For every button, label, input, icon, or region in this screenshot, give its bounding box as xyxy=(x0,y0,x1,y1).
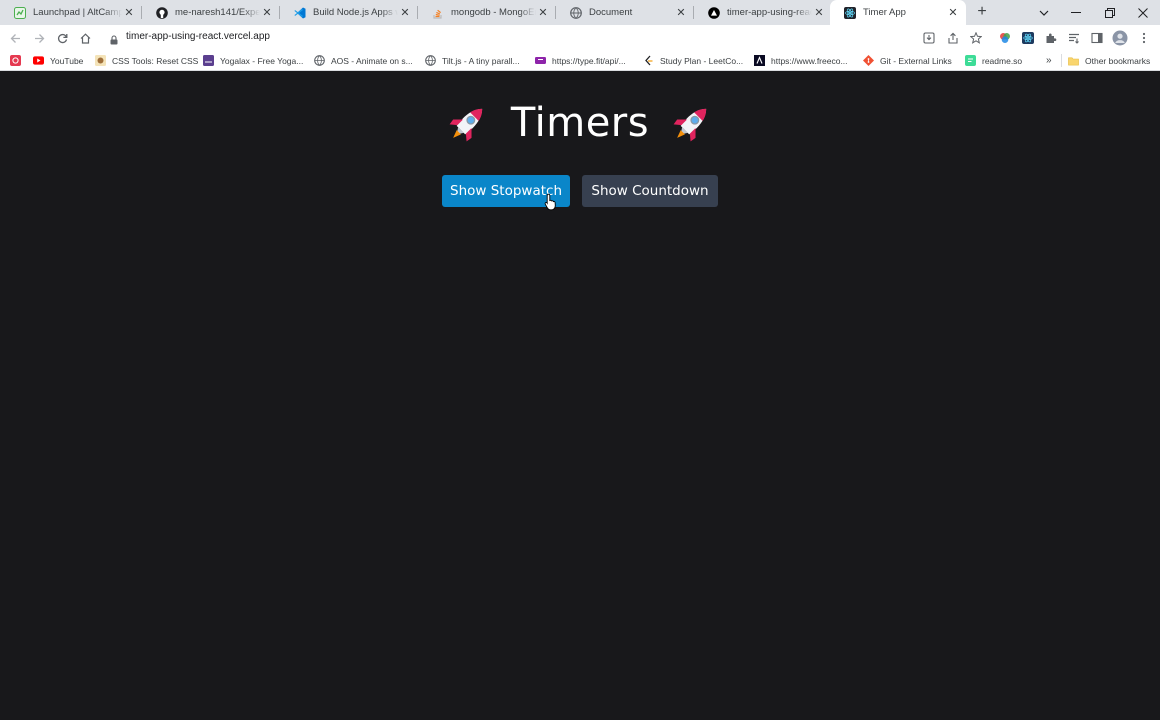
show-countdown-button[interactable]: Show Countdown xyxy=(582,175,718,207)
color-picker-extension-icon[interactable] xyxy=(997,30,1013,46)
youtube-icon xyxy=(33,55,44,66)
freecodecamp-icon xyxy=(754,55,765,66)
react-devtools-icon[interactable] xyxy=(1020,30,1036,46)
bookmark-label: Study Plan - LeetCo... xyxy=(660,55,744,66)
tab-title: me-naresh141/Expence xyxy=(175,7,260,18)
tab-title: Build Node.js Apps with xyxy=(313,7,398,18)
vercel-icon xyxy=(708,6,720,19)
bookmarks-overflow[interactable]: » xyxy=(1046,53,1052,68)
reload-icon[interactable] xyxy=(53,29,71,47)
css-tools-icon xyxy=(95,55,106,66)
bookmark-git[interactable]: Git - External Links xyxy=(863,53,952,68)
bookmark-label: CSS Tools: Reset CSS xyxy=(112,55,199,66)
app-icon xyxy=(10,55,21,66)
address-bar[interactable]: timer-app-using-react.vercel.app xyxy=(102,27,992,48)
bookmark-label: Other bookmarks xyxy=(1085,55,1151,66)
extensions-puzzle-icon[interactable] xyxy=(1043,30,1059,46)
tab-title: timer-app-using-react xyxy=(727,7,812,18)
bookmark-app[interactable] xyxy=(10,53,27,68)
readme-icon xyxy=(965,55,976,66)
bookmark-label: https://type.fit/api/... xyxy=(552,55,626,66)
git-icon xyxy=(863,55,874,66)
bookmark-label: YouTube xyxy=(50,55,84,66)
more-menu-icon[interactable] xyxy=(1136,30,1152,46)
react-icon xyxy=(844,6,856,19)
url-text: timer-app-using-react.vercel.app xyxy=(126,31,270,42)
page-title: Timers xyxy=(510,100,650,146)
bookmark-label: https://www.freeco... xyxy=(771,55,848,66)
bookmark-youtube[interactable]: YouTube xyxy=(33,53,83,68)
tab-mongodb[interactable]: mongodb - MongoError ✕ xyxy=(418,0,556,25)
close-icon[interactable]: ✕ xyxy=(260,6,274,20)
bookmark-star-icon[interactable] xyxy=(968,30,984,46)
github-icon xyxy=(156,6,168,19)
install-app-icon[interactable] xyxy=(921,30,937,46)
forward-arrow-icon[interactable] xyxy=(30,29,48,47)
tab-github[interactable]: me-naresh141/Expence ✕ xyxy=(142,0,280,25)
yogalax-icon xyxy=(203,55,214,66)
tab-vercel[interactable]: timer-app-using-react ✕ xyxy=(694,0,832,25)
tab-title: mongodb - MongoError xyxy=(451,7,536,18)
new-tab-plus-icon[interactable]: + xyxy=(974,4,990,20)
vscode-icon xyxy=(294,7,306,19)
reading-list-icon[interactable] xyxy=(1066,30,1082,46)
tab-title: Timer App xyxy=(863,7,906,18)
tab-title: Launchpad | AltCampus xyxy=(33,7,122,18)
close-icon[interactable]: ✕ xyxy=(946,6,960,20)
bookmarks-bar: YouTube CSS Tools: Reset CSS Yogalax - F… xyxy=(0,50,1160,71)
leetcode-icon xyxy=(643,55,654,66)
minimize-icon[interactable] xyxy=(1060,0,1092,25)
bookmark-css-tools[interactable]: CSS Tools: Reset CSS xyxy=(95,53,198,68)
bookmark-freecodecamp[interactable]: https://www.freeco... xyxy=(754,53,848,68)
tab-nodejs[interactable]: Build Node.js Apps with ✕ xyxy=(280,0,418,25)
page-heading: Timers xyxy=(0,100,1160,146)
globe-icon xyxy=(425,55,436,66)
close-icon[interactable]: ✕ xyxy=(674,6,688,20)
page-content: Timers Show Stopwatch Show Countdown xyxy=(0,72,1160,720)
browser-tab-strip: Launchpad | AltCampus ✕ me-naresh141/Exp… xyxy=(0,0,1160,25)
close-icon[interactable]: ✕ xyxy=(398,6,412,20)
tab-title: Document xyxy=(589,7,633,18)
rocket-icon xyxy=(673,108,707,142)
close-icon[interactable]: ✕ xyxy=(122,6,136,20)
side-panel-icon[interactable] xyxy=(1089,30,1105,46)
browser-toolbar: timer-app-using-react.vercel.app xyxy=(0,25,1160,50)
rocket-icon xyxy=(449,108,483,142)
globe-icon xyxy=(314,55,325,66)
profile-avatar-icon[interactable] xyxy=(1112,30,1128,46)
share-icon[interactable] xyxy=(945,30,961,46)
tab-document[interactable]: Document ✕ xyxy=(556,0,694,25)
bookmark-leetcode[interactable]: Study Plan - LeetCo... xyxy=(643,53,743,68)
close-window-icon[interactable] xyxy=(1127,0,1159,25)
bookmark-label: Yogalax - Free Yoga... xyxy=(220,55,304,66)
bookmark-label: Git - External Links xyxy=(880,55,952,66)
folder-icon xyxy=(1068,55,1079,66)
bookmark-readme[interactable]: readme.so xyxy=(965,53,1022,68)
bookmark-label: Tilt.js - A tiny parall... xyxy=(442,55,520,66)
typefit-icon xyxy=(535,55,546,66)
lock-icon[interactable] xyxy=(110,32,118,50)
back-arrow-icon[interactable] xyxy=(6,29,24,47)
tab-timer-app[interactable]: Timer App ✕ xyxy=(830,0,966,25)
tab-search-chevron-icon[interactable] xyxy=(1028,0,1060,25)
bookmark-yogalax[interactable]: Yogalax - Free Yoga... xyxy=(203,53,303,68)
bookmark-tilt[interactable]: Tilt.js - A tiny parall... xyxy=(425,53,520,68)
altcampus-icon xyxy=(14,6,26,19)
bookmark-label: AOS - Animate on s... xyxy=(331,55,413,66)
tab-launchpad[interactable]: Launchpad | AltCampus ✕ xyxy=(0,0,142,25)
bookmarks-divider xyxy=(1061,54,1062,67)
other-bookmarks[interactable]: Other bookmarks xyxy=(1068,53,1150,68)
close-icon[interactable]: ✕ xyxy=(536,6,550,20)
stackoverflow-icon xyxy=(432,7,444,19)
chevron-double-right-icon: » xyxy=(1046,55,1052,66)
bookmark-typefit[interactable]: https://type.fit/api/... xyxy=(535,53,626,68)
globe-icon xyxy=(570,6,582,19)
hand-pointer-cursor-icon xyxy=(544,193,556,211)
restore-icon[interactable] xyxy=(1094,0,1126,25)
home-icon[interactable] xyxy=(76,29,94,47)
bookmark-label: readme.so xyxy=(982,55,1023,66)
close-icon[interactable]: ✕ xyxy=(812,6,826,20)
bookmark-aos[interactable]: AOS - Animate on s... xyxy=(314,53,413,68)
